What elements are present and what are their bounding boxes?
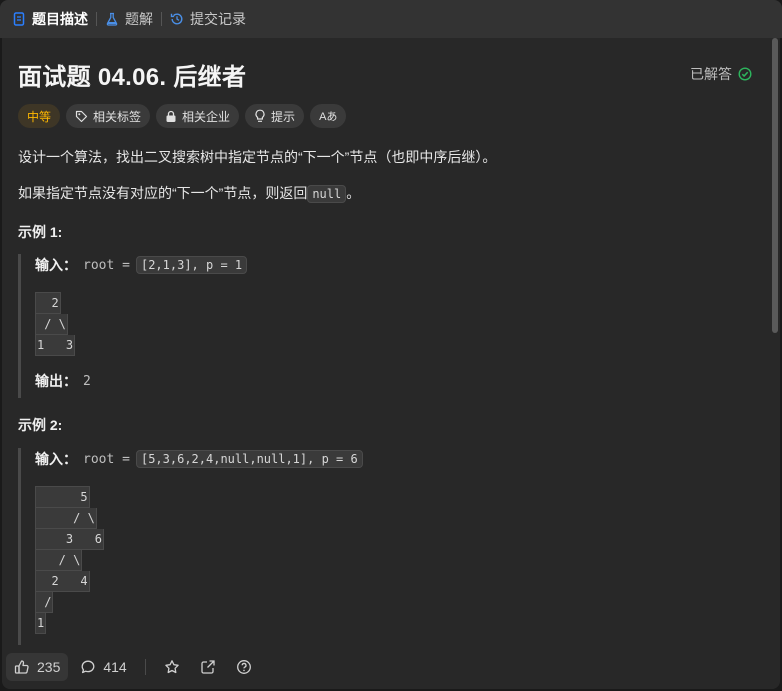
related-companies-label: 相关企业 [182, 109, 231, 124]
related-companies-button[interactable]: 相关企业 [156, 104, 240, 128]
favorite-button[interactable] [156, 653, 188, 681]
tab-submissions[interactable]: 提交记录 [170, 0, 254, 38]
difficulty-label: 中等 [27, 109, 52, 124]
thumbs-up-icon [14, 660, 29, 674]
tag-icon [75, 110, 88, 122]
tag-row: 中等 相关标签 相关企业 提示 Aあ [18, 104, 347, 128]
related-tags-label: 相关标签 [93, 109, 142, 124]
example-2-block: 输入： root = [5,3,6,2,4,null,null,1], p = … [18, 448, 758, 648]
input-prefix: root = [83, 451, 130, 467]
tab-submissions-label: 提交记录 [190, 11, 246, 27]
tree-line: / \ [35, 508, 97, 529]
difficulty-badge[interactable]: 中等 [18, 104, 61, 128]
output-label: 输出： [35, 373, 77, 389]
lightbulb-icon [255, 109, 265, 122]
tree-line: 5 [35, 486, 90, 508]
description-icon [13, 12, 25, 26]
tree-line: 2 4 [35, 571, 90, 592]
flask-icon [106, 12, 118, 26]
tab-solutions-label: 题解 [125, 11, 153, 27]
action-bar: 235 414 [2, 645, 780, 689]
hint-label: 提示 [271, 109, 296, 124]
tab-description[interactable]: 题目描述 [12, 0, 96, 38]
desc2-text: 如果指定节点没有对应的“下一个”节点，则返回 [18, 185, 308, 201]
tab-divider [161, 12, 162, 26]
example-1-block: 输入： root = [2,1,3], p = 1 2 / \ 1 3 输出： … [18, 254, 758, 398]
translate-icon: Aあ [319, 111, 338, 123]
star-icon [164, 660, 179, 674]
comment-icon [81, 660, 95, 674]
input-code: [5,3,6,2,4,null,null,1], p = 6 [135, 450, 363, 468]
example-1-output: 输出： 2 [35, 370, 758, 392]
solved-status: 已解答 [690, 64, 752, 84]
hint-button[interactable]: 提示 [245, 104, 305, 128]
desc2-end: 。 [346, 185, 361, 201]
input-label: 输入： [35, 257, 77, 273]
example-1-heading: 示例 1: [18, 224, 63, 240]
comment-count: 414 [103, 659, 127, 675]
input-prefix: root = [83, 257, 130, 273]
share-icon [201, 660, 215, 674]
related-tags-button[interactable]: 相关标签 [66, 104, 151, 128]
check-circle-icon [738, 67, 752, 81]
example-2-heading: 示例 2: [18, 417, 63, 433]
example-2-tree: 5 / \ 3 6 / \ 2 4 / 1 [35, 486, 758, 634]
tab-divider [96, 12, 97, 26]
input-code: [2,1,3], p = 1 [135, 256, 248, 274]
like-button[interactable]: 235 [6, 653, 69, 681]
tree-line: 1 3 [35, 335, 76, 356]
tab-bar: 题目描述 题解 提交记录 [0, 0, 782, 38]
tab-solutions[interactable]: 题解 [105, 0, 161, 38]
problem-title: 面试题 04.06. 后继者 [18, 63, 247, 91]
tab-description-label: 题目描述 [32, 11, 88, 27]
tree-line: / \ [35, 550, 83, 571]
output-value: 2 [83, 373, 91, 389]
history-icon [170, 13, 183, 25]
null-code: null [307, 185, 347, 203]
question-circle-icon [236, 660, 251, 674]
action-divider [144, 659, 146, 675]
comments-button[interactable]: 414 [72, 653, 134, 681]
description-paragraph-2: 如果指定节点没有对应的“下一个”节点，则返回 null。 [18, 182, 360, 205]
description-panel: 面试题 04.06. 后继者 已解答 中等 相关标签 相关企业 提示 Aあ 设计… [2, 38, 780, 689]
input-label: 输入： [35, 451, 77, 467]
tree-line: / [35, 592, 54, 613]
like-count: 235 [37, 659, 61, 675]
tree-line: / \ [35, 314, 68, 335]
scrollbar[interactable] [772, 38, 778, 648]
title-row: 面试题 04.06. 后继者 已解答 [18, 58, 768, 91]
help-button[interactable] [228, 653, 260, 681]
lock-icon [166, 110, 176, 122]
description-paragraph-1: 设计一个算法，找出二叉搜索树中指定节点的“下一个”节点（也即中序后继）。 [18, 149, 497, 165]
share-button[interactable] [192, 653, 224, 681]
solved-label: 已解答 [690, 66, 732, 82]
tree-line: 2 [35, 292, 61, 314]
translate-button[interactable]: Aあ [310, 104, 347, 128]
example-2-input: 输入： root = [5,3,6,2,4,null,null,1], p = … [35, 448, 758, 470]
tree-line: 1 [35, 613, 47, 634]
example-1-input: 输入： root = [2,1,3], p = 1 [35, 254, 758, 276]
tree-line: 3 6 [35, 529, 105, 550]
scrollbar-thumb[interactable] [772, 38, 778, 333]
example-1-tree: 2 / \ 1 3 [35, 292, 758, 356]
